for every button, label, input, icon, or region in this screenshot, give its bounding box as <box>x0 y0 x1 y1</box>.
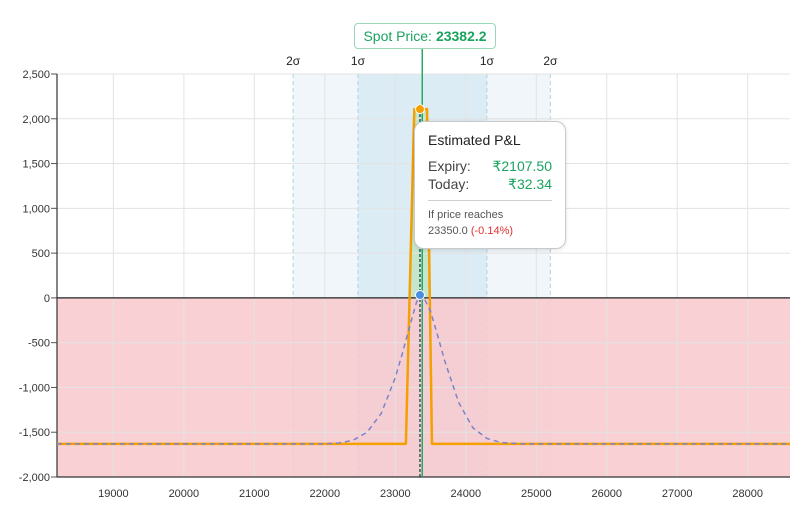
tooltip-today-row: Today: ₹32.34 <box>428 175 552 193</box>
tooltip-expiry-label: Expiry: <box>428 158 471 174</box>
sigma-label: 1σ <box>480 54 495 68</box>
expiry-marker <box>414 104 425 115</box>
y-tick-label: -500 <box>28 338 50 350</box>
x-tick-label: 26000 <box>591 488 622 500</box>
x-tick-label: 27000 <box>662 488 693 500</box>
tooltip-reach-row: 23350.0 (-0.14%) <box>428 223 552 239</box>
tooltip-today-label: Today: <box>428 176 470 192</box>
y-tick-label: 1,000 <box>22 203 50 215</box>
tooltip-expiry-row: Expiry: ₹2107.50 <box>428 157 552 175</box>
x-tick-label: 28000 <box>732 488 763 500</box>
y-tick-label: -1,500 <box>19 427 50 439</box>
x-tick-label: 23000 <box>380 488 411 500</box>
x-tick-label: 25000 <box>521 488 552 500</box>
y-tick-label: -1,000 <box>19 382 50 394</box>
tooltip-reach-change: (-0.14%) <box>470 225 514 237</box>
y-tick-label: 2,000 <box>22 114 50 126</box>
tooltip-reach-price: 23350.0 <box>428 225 468 237</box>
y-tick-label: 0 <box>44 293 50 305</box>
pnl-tooltip: Estimated P&L Expiry: ₹2107.50 Today: ₹3… <box>414 121 566 249</box>
spot-price-value: 23382.2 <box>435 28 487 44</box>
x-tick-label: 22000 <box>310 488 341 500</box>
sigma-label: 1σ <box>351 54 366 68</box>
x-tick-label: 21000 <box>239 488 270 500</box>
payoff-chart: 2σ 2σ 1σ 1σ 19000 20000 21000 22000 23000 24000 25… <box>19 48 790 500</box>
today-marker <box>414 289 425 300</box>
y-tick-label: 500 <box>32 248 50 260</box>
tooltip-today-value: ₹32.34 <box>508 176 552 192</box>
tooltip-reach-label: If price reaches <box>428 209 504 221</box>
tooltip-expiry-value: ₹2107.50 <box>492 158 552 174</box>
sigma-label: 2σ <box>286 54 301 68</box>
spot-price-badge: Spot Price: 23382.2 <box>354 23 496 49</box>
x-tick-label: 24000 <box>450 488 481 500</box>
y-tick-label: 2,500 <box>22 69 50 81</box>
x-tick-label: 19000 <box>98 488 129 500</box>
tooltip-title: Estimated P&L <box>428 132 521 148</box>
y-tick-label: 1,500 <box>22 159 50 171</box>
tooltip-divider <box>428 200 552 201</box>
x-tick-label: 20000 <box>169 488 200 500</box>
sigma-label: 2σ <box>543 54 558 68</box>
spot-price-label: Spot Price: <box>363 28 432 44</box>
y-tick-label: -2,000 <box>19 472 50 484</box>
